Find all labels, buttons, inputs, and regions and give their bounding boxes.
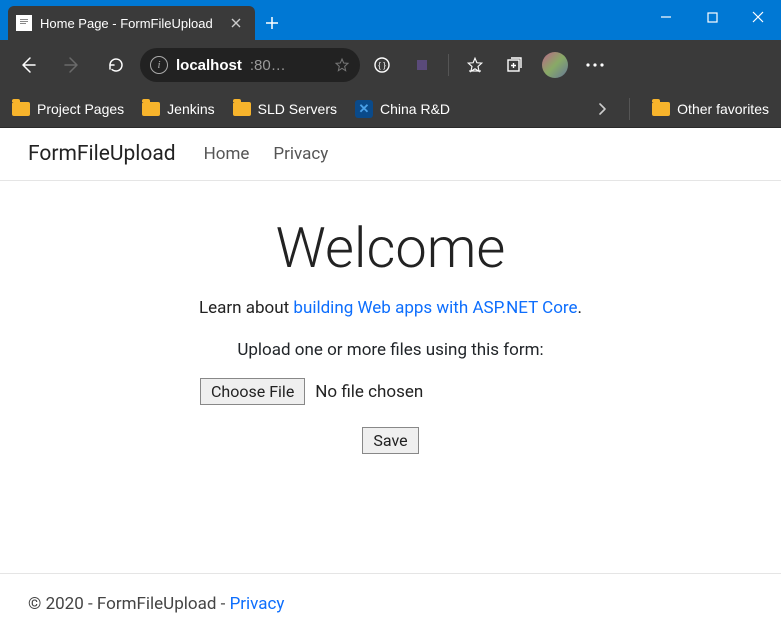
favorites-icon[interactable] bbox=[457, 47, 493, 83]
nav-refresh-button[interactable] bbox=[96, 47, 136, 83]
tab-close-button[interactable] bbox=[227, 14, 245, 32]
extension-icon-2[interactable] bbox=[404, 47, 440, 83]
nav-link-privacy[interactable]: Privacy bbox=[273, 144, 328, 164]
link-icon: ✕ bbox=[355, 100, 373, 118]
window-controls bbox=[643, 0, 781, 34]
window-close-button[interactable] bbox=[735, 0, 781, 34]
site-footer: © 2020 - FormFileUpload - Privacy bbox=[0, 573, 781, 636]
browser-toolbar: i localhost :80… { } bbox=[0, 40, 781, 90]
folder-icon bbox=[652, 102, 670, 116]
tab-favicon bbox=[16, 15, 32, 31]
nav-back-button[interactable] bbox=[8, 47, 48, 83]
bookmark-project-pages[interactable]: Project Pages bbox=[12, 101, 124, 117]
lede-prefix: Learn about bbox=[199, 298, 293, 318]
address-rest: :80… bbox=[250, 57, 286, 74]
bookmark-china-rnd[interactable]: ✕ China R&D bbox=[355, 100, 450, 118]
window-minimize-button[interactable] bbox=[643, 0, 689, 34]
folder-icon bbox=[12, 102, 30, 116]
bookmark-label: SLD Servers bbox=[258, 101, 337, 117]
footer-link-privacy[interactable]: Privacy bbox=[230, 594, 285, 614]
other-favorites[interactable]: Other favorites bbox=[652, 101, 769, 117]
menu-button[interactable] bbox=[577, 47, 613, 83]
browser-titlebar: Home Page - FormFileUpload bbox=[0, 0, 781, 40]
bookmarks-bar: Project Pages Jenkins SLD Servers ✕ Chin… bbox=[0, 90, 781, 128]
favorite-star-icon[interactable] bbox=[334, 57, 350, 73]
new-tab-button[interactable] bbox=[255, 6, 289, 40]
page-heading: Welcome bbox=[40, 215, 741, 281]
main-content: Welcome Learn about building Web apps wi… bbox=[0, 181, 781, 454]
file-input-row: Choose File No file chosen bbox=[40, 378, 741, 405]
bookmark-sld-servers[interactable]: SLD Servers bbox=[233, 101, 337, 117]
site-info-icon[interactable]: i bbox=[150, 56, 168, 74]
choose-file-button[interactable]: Choose File bbox=[200, 378, 305, 405]
file-status-text: No file chosen bbox=[315, 382, 423, 402]
bookmarks-overflow-chevron[interactable] bbox=[597, 102, 607, 116]
tab-title: Home Page - FormFileUpload bbox=[40, 16, 213, 31]
window-maximize-button[interactable] bbox=[689, 0, 735, 34]
nav-forward-button[interactable] bbox=[52, 47, 92, 83]
toolbar-separator bbox=[448, 54, 449, 76]
site-navbar: FormFileUpload Home Privacy bbox=[0, 128, 781, 181]
site-brand[interactable]: FormFileUpload bbox=[28, 142, 176, 166]
lede-suffix: . bbox=[578, 298, 582, 318]
profile-avatar[interactable] bbox=[537, 47, 573, 83]
lede-link[interactable]: building Web apps with ASP.NET Core bbox=[293, 298, 577, 318]
browser-tab[interactable]: Home Page - FormFileUpload bbox=[8, 6, 255, 40]
extension-icon-1[interactable]: { } bbox=[364, 47, 400, 83]
folder-icon bbox=[233, 102, 251, 116]
address-bar[interactable]: i localhost :80… bbox=[140, 48, 360, 82]
address-host: localhost bbox=[176, 57, 242, 74]
save-button[interactable]: Save bbox=[362, 427, 418, 454]
lede-paragraph: Learn about building Web apps with ASP.N… bbox=[40, 298, 741, 318]
bookbar-separator bbox=[629, 98, 630, 120]
bookmark-label: Project Pages bbox=[37, 101, 124, 117]
folder-icon bbox=[142, 102, 160, 116]
page-content: FormFileUpload Home Privacy Welcome Lear… bbox=[0, 128, 781, 454]
footer-text: © 2020 - FormFileUpload - bbox=[28, 594, 230, 614]
collections-icon[interactable] bbox=[497, 47, 533, 83]
upload-instructions: Upload one or more files using this form… bbox=[40, 340, 741, 360]
bookmark-label: Jenkins bbox=[167, 101, 214, 117]
bookmark-label: China R&D bbox=[380, 101, 450, 117]
other-favorites-label: Other favorites bbox=[677, 101, 769, 117]
svg-text:{ }: { } bbox=[378, 61, 386, 70]
nav-link-home[interactable]: Home bbox=[204, 144, 250, 164]
bookmark-jenkins[interactable]: Jenkins bbox=[142, 101, 214, 117]
